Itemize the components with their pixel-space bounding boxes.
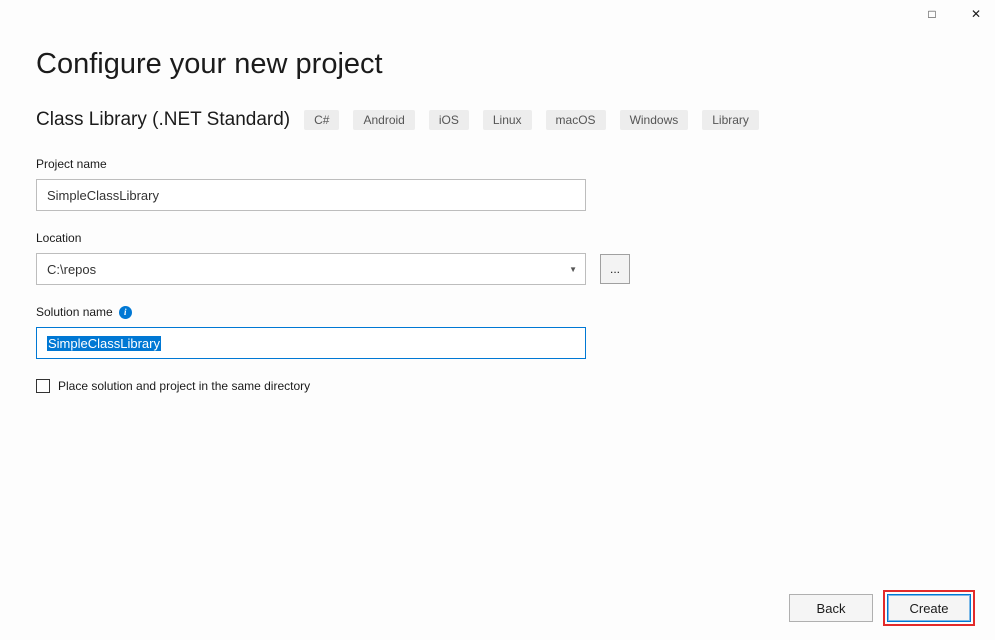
location-label: Location: [36, 231, 959, 245]
solution-name-label: Solution name: [36, 305, 113, 319]
content-area: Configure your new project Class Library…: [0, 28, 995, 393]
template-name: Class Library (.NET Standard): [36, 109, 290, 131]
back-button[interactable]: Back: [789, 594, 873, 622]
tag-android: Android: [353, 110, 414, 130]
solution-name-value: SimpleClassLibrary: [47, 336, 161, 351]
create-button[interactable]: Create: [887, 594, 971, 622]
maximize-button[interactable]: □: [919, 4, 945, 24]
same-directory-row[interactable]: Place solution and project in the same d…: [36, 379, 959, 393]
location-field: Location C:\repos ▼ ...: [36, 231, 959, 285]
tag-windows: Windows: [620, 110, 689, 130]
template-row: Class Library (.NET Standard) C# Android…: [36, 109, 959, 131]
tag-macos: macOS: [546, 110, 606, 130]
solution-name-input[interactable]: SimpleClassLibrary: [36, 327, 586, 359]
tag-ios: iOS: [429, 110, 469, 130]
solution-name-label-row: Solution name i: [36, 305, 959, 319]
chevron-down-icon: ▼: [569, 265, 577, 274]
project-name-field: Project name: [36, 157, 959, 211]
same-directory-checkbox[interactable]: [36, 379, 50, 393]
solution-name-field: Solution name i SimpleClassLibrary: [36, 305, 959, 359]
tag-library: Library: [702, 110, 759, 130]
page-title: Configure your new project: [36, 48, 959, 81]
create-highlight: Create: [883, 590, 975, 626]
close-button[interactable]: ✕: [963, 4, 989, 24]
location-combobox[interactable]: C:\repos ▼: [36, 253, 586, 285]
same-directory-label: Place solution and project in the same d…: [58, 379, 310, 393]
info-icon[interactable]: i: [119, 306, 132, 319]
project-name-label: Project name: [36, 157, 959, 171]
project-name-input[interactable]: [36, 179, 586, 211]
window-titlebar: □ ✕: [0, 0, 995, 28]
tag-csharp: C#: [304, 110, 339, 130]
footer-buttons: Back Create: [789, 590, 975, 626]
location-value: C:\repos: [47, 262, 96, 277]
tag-linux: Linux: [483, 110, 532, 130]
browse-button[interactable]: ...: [600, 254, 630, 284]
